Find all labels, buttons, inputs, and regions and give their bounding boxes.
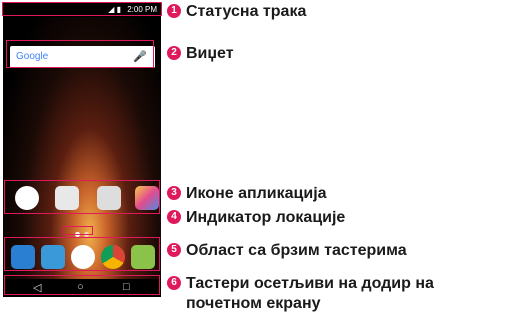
app-icons-frame [4,180,160,214]
navigation-frame [4,275,160,295]
callout-badge-1: 1 [167,4,181,18]
callout-label-5: Област са брзим тастерима [186,242,407,259]
callout-label-3: Иконе апликација [186,185,327,202]
quick-keys-frame [4,237,160,271]
callout-badge-6: 6 [167,276,181,290]
callout-badge-3: 3 [167,186,181,200]
callout-badge-4: 4 [167,210,181,224]
status-bar-frame [2,2,162,16]
callout-label-6-line2: почетном екрану [186,295,321,312]
callout-label-6: Тастери осетљиви на додир на [186,275,434,292]
callout-label-1: Статусна трака [186,3,307,20]
callout-badge-5: 5 [167,243,181,257]
callout-label-2: Виџет [186,45,234,62]
callout-badge-2: 2 [167,46,181,60]
widget-frame [6,40,154,68]
callout-label-4: Индикатор локације [186,209,346,226]
indicator-frame [63,226,93,235]
